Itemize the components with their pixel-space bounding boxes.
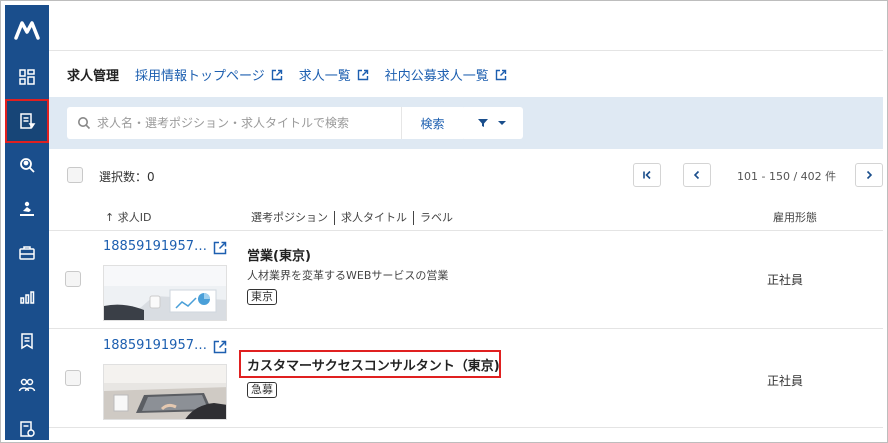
select-all-checkbox[interactable] [67,167,83,183]
header-employment-type: 雇用形態 [773,211,817,224]
first-page-button[interactable] [633,163,661,187]
job-title[interactable]: 営業(東京) [247,245,311,264]
dashboard-icon [19,69,35,85]
link-recruit-top-label: 採用情報トップページ [135,69,265,84]
row-checkbox[interactable] [65,271,81,287]
users-icon [18,378,36,392]
office-desk-image [104,266,226,320]
sidebar-item-document[interactable] [5,319,49,363]
sidebar-item-analytics[interactable] [5,275,49,319]
briefcase-icon [19,246,35,260]
search-button[interactable]: 検索 [401,107,463,139]
search-bar: 検索 [49,97,883,149]
header-divider [413,211,414,225]
analytics-icon [20,291,35,304]
header-divider [334,211,335,225]
row-checkbox[interactable] [65,370,81,386]
top-bar [49,5,883,51]
external-link-icon [357,69,368,80]
sidebar [5,5,49,440]
logo[interactable] [5,5,49,55]
job-label-tag: 急募 [247,382,277,398]
external-link-icon [271,69,282,80]
sidebar-item-settings-doc[interactable] [5,407,49,442]
sidebar-item-briefcase[interactable] [5,231,49,275]
nav-row: 求人管理 採用情報トップページ 求人一覧 社内公募求人一覧 [49,52,883,97]
pagination-text: 101 - 150 / 402 件 [737,170,837,183]
caret-down-icon [498,121,506,125]
link-job-list-label: 求人一覧 [298,69,351,84]
job-thumbnail [103,265,227,321]
employment-type: 正社員 [767,273,804,287]
search-input[interactable] [67,107,385,139]
table-row[interactable]: 18859191957… 営業(東京) 人材業界を変革するWEBサービスの営業 … [49,231,883,329]
job-id-link[interactable]: 18859191957… [103,239,207,254]
chevron-right-icon [866,170,873,180]
job-management-icon [20,113,36,129]
header-position-title-label: 選考ポジション 求人タイトル ラベル [251,209,453,225]
header-title: 求人タイトル [341,211,407,224]
search-box: 検索 [67,107,463,139]
document-icon [21,333,33,350]
filter-button[interactable] [461,107,523,139]
link-internal-job-list-label: 社内公募求人一覧 [384,69,489,84]
sidebar-item-users[interactable] [5,363,49,407]
link-recruit-top[interactable]: 採用情報トップページ [135,65,283,84]
header-job-id[interactable]: ↑ 求人ID [105,209,151,225]
job-id-link[interactable]: 18859191957… [103,338,207,353]
link-internal-job-list[interactable]: 社内公募求人一覧 [385,65,507,84]
employment-type: 正社員 [767,374,804,388]
sidebar-item-candidate-search[interactable] [5,143,49,187]
sidebar-item-job-management[interactable] [5,99,49,143]
logo-icon [14,21,40,40]
next-page-button[interactable] [855,163,883,187]
link-job-list[interactable]: 求人一覧 [299,65,369,84]
prev-page-button[interactable] [683,163,711,187]
selected-count: 選択数：0 [99,170,155,184]
selection-row: 選択数：0 101 - 150 / 402 件 [49,149,883,201]
filter-icon [478,119,488,127]
job-title[interactable]: カスタマーサクセスコンサルタント（東京) [247,355,500,374]
search-icon [78,117,91,130]
recruitment-icon [20,201,34,216]
job-thumbnail [103,364,227,420]
settings-doc-icon [20,421,35,437]
table-row[interactable]: 18859191957… カスタマーサクセスコンサルタント（東京) 急募 正社員 [49,330,883,428]
table-header: ↑ 求人ID 選考ポジション 求人タイトル ラベル 雇用形態 [49,201,883,231]
app-window: 求人管理 採用情報トップページ 求人一覧 社内公募求人一覧 検索 選択数：0 [0,0,888,443]
chevron-left-icon [693,170,700,180]
header-position: 選考ポジション [251,211,328,224]
sidebar-item-recruitment[interactable] [5,187,49,231]
external-link-icon[interactable] [213,241,227,255]
first-page-icon [643,170,651,180]
laptop-work-image [104,365,226,419]
page-title: 求人管理 [67,69,120,84]
job-subtitle: 人材業界を変革するWEBサービスの営業 [247,269,449,282]
header-label: ラベル [420,211,453,224]
sidebar-item-dashboard[interactable] [5,55,49,99]
candidate-search-icon [20,158,35,173]
job-label-tag: 東京 [247,289,277,305]
external-link-icon[interactable] [213,340,227,354]
external-link-icon [495,69,506,80]
